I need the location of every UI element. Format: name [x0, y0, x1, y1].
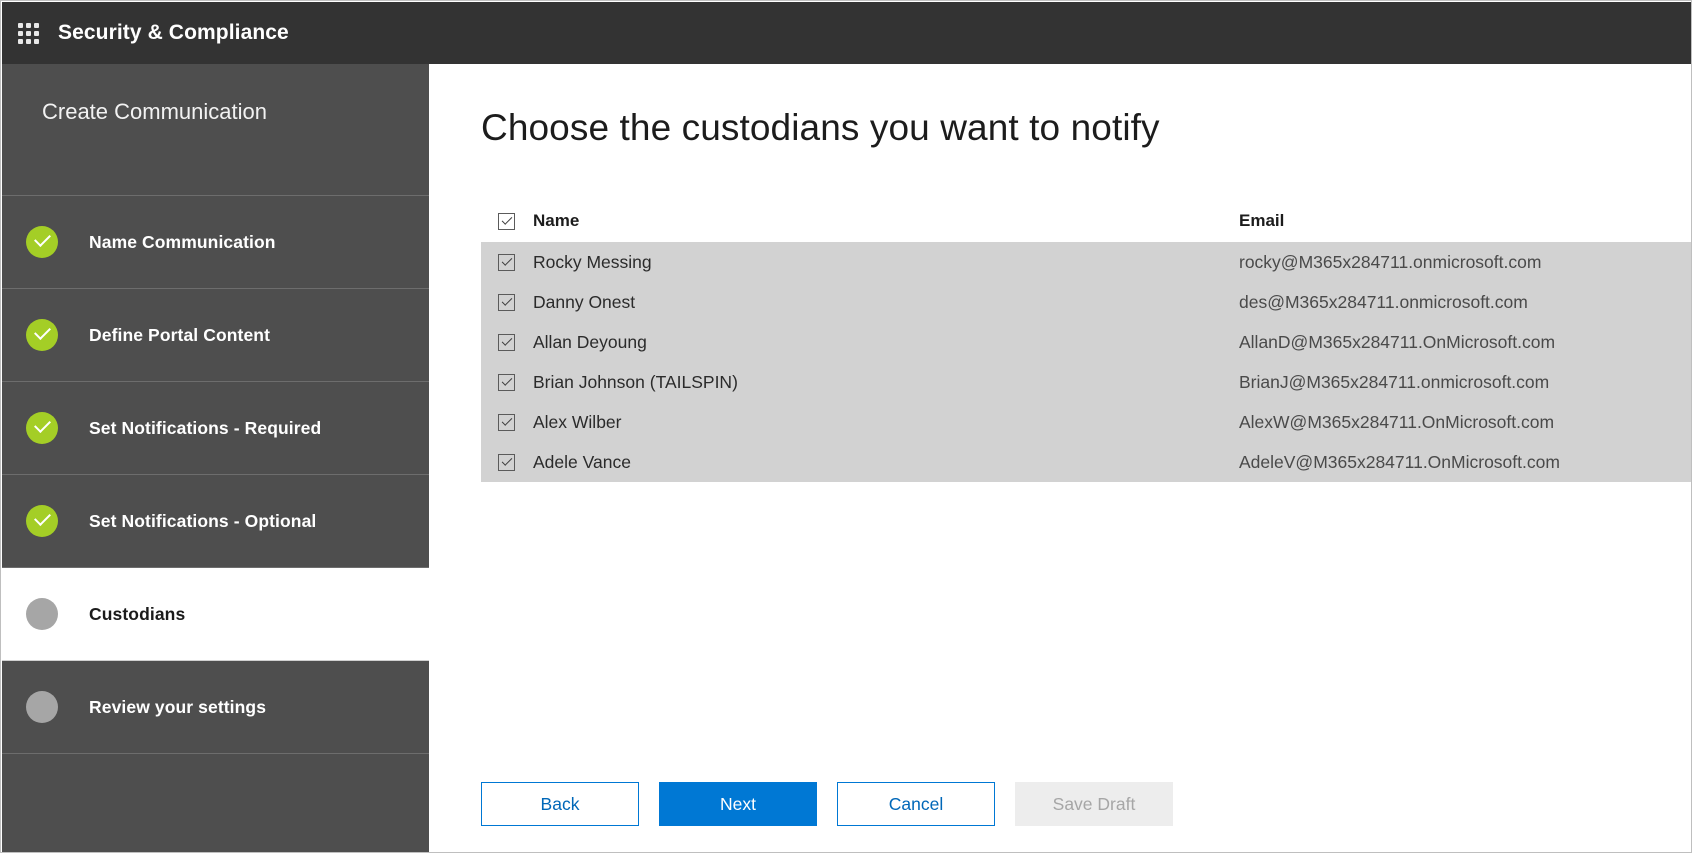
- sidebar-step-label: Review your settings: [89, 697, 266, 718]
- table-row[interactable]: Allan Deyoung AllanD@M365x284711.OnMicro…: [481, 322, 1692, 362]
- next-button[interactable]: Next: [659, 782, 817, 826]
- cell-email: AdeleV@M365x284711.OnMicrosoft.com: [1239, 452, 1692, 473]
- cancel-button[interactable]: Cancel: [837, 782, 995, 826]
- cell-name: Rocky Messing: [525, 252, 1239, 273]
- cell-name: Allan Deyoung: [525, 332, 1239, 353]
- check-circle-icon: [26, 412, 58, 444]
- sidebar-heading: Create Communication: [42, 99, 267, 125]
- checkbox-icon[interactable]: [498, 414, 515, 431]
- column-header-email[interactable]: Email: [1239, 211, 1692, 231]
- row-checkbox-cell[interactable]: [481, 454, 525, 471]
- back-button[interactable]: Back: [481, 782, 639, 826]
- check-circle-icon: [26, 319, 58, 351]
- table-row[interactable]: Danny Onest des@M365x284711.onmicrosoft.…: [481, 282, 1692, 322]
- checkbox-icon[interactable]: [498, 213, 515, 230]
- row-checkbox-cell[interactable]: [481, 254, 525, 271]
- table-row[interactable]: Adele Vance AdeleV@M365x284711.OnMicroso…: [481, 442, 1692, 482]
- suite-title: Security & Compliance: [58, 21, 289, 45]
- checkbox-icon[interactable]: [498, 454, 515, 471]
- circle-icon: [26, 598, 58, 630]
- sidebar-step-set-notifications-required[interactable]: Set Notifications - Required: [2, 382, 429, 475]
- sidebar-step-label: Custodians: [89, 604, 185, 625]
- sidebar-step-name-communication[interactable]: Name Communication: [2, 196, 429, 289]
- sidebar-heading-container: Create Communication: [2, 64, 429, 196]
- row-checkbox-cell[interactable]: [481, 414, 525, 431]
- checkbox-icon[interactable]: [498, 374, 515, 391]
- cell-name: Adele Vance: [525, 452, 1239, 473]
- check-circle-icon: [26, 505, 58, 537]
- cell-name: Danny Onest: [525, 292, 1239, 313]
- cell-email: BrianJ@M365x284711.onmicrosoft.com: [1239, 372, 1692, 393]
- suite-header: Security & Compliance: [2, 2, 1692, 64]
- table-header-row: Name Email: [481, 200, 1692, 242]
- select-all-checkbox-cell[interactable]: [481, 213, 525, 230]
- table-body: Rocky Messing rocky@M365x284711.onmicros…: [481, 242, 1692, 482]
- sidebar-step-define-portal-content[interactable]: Define Portal Content: [2, 289, 429, 382]
- cell-email: AllanD@M365x284711.OnMicrosoft.com: [1239, 332, 1692, 353]
- row-checkbox-cell[interactable]: [481, 374, 525, 391]
- page-title: Choose the custodians you want to notify: [481, 107, 1160, 149]
- sidebar-step-label: Set Notifications - Required: [89, 418, 321, 439]
- custodians-table: Name Email Rocky Messing rocky@M365x2847…: [481, 200, 1692, 482]
- table-row[interactable]: Alex Wilber AlexW@M365x284711.OnMicrosof…: [481, 402, 1692, 442]
- app-window: Security & Compliance Create Communicati…: [0, 0, 1692, 853]
- sidebar-step-label: Define Portal Content: [89, 325, 270, 346]
- sidebar-step-label: Name Communication: [89, 232, 276, 253]
- save-draft-button: Save Draft: [1015, 782, 1173, 826]
- sidebar-step-custodians[interactable]: Custodians: [2, 568, 429, 661]
- cell-email: rocky@M365x284711.onmicrosoft.com: [1239, 252, 1692, 273]
- cell-name: Brian Johnson (TAILSPIN): [525, 372, 1239, 393]
- sidebar-step-label: Set Notifications - Optional: [89, 511, 316, 532]
- checkbox-icon[interactable]: [498, 334, 515, 351]
- cell-email: AlexW@M365x284711.OnMicrosoft.com: [1239, 412, 1692, 433]
- column-header-name[interactable]: Name: [525, 211, 1239, 231]
- row-checkbox-cell[interactable]: [481, 294, 525, 311]
- waffle-grid-icon[interactable]: [16, 21, 40, 45]
- cell-email: des@M365x284711.onmicrosoft.com: [1239, 292, 1692, 313]
- sidebar-step-review-your-settings[interactable]: Review your settings: [2, 661, 429, 754]
- table-row[interactable]: Brian Johnson (TAILSPIN) BrianJ@M365x284…: [481, 362, 1692, 402]
- row-checkbox-cell[interactable]: [481, 334, 525, 351]
- cell-name: Alex Wilber: [525, 412, 1239, 433]
- circle-icon: [26, 691, 58, 723]
- wizard-sidebar: Create Communication Name Communication …: [2, 64, 429, 853]
- checkbox-icon[interactable]: [498, 294, 515, 311]
- table-row[interactable]: Rocky Messing rocky@M365x284711.onmicros…: [481, 242, 1692, 282]
- wizard-button-bar: Back Next Cancel Save Draft: [481, 782, 1173, 826]
- checkbox-icon[interactable]: [498, 254, 515, 271]
- main-content: Choose the custodians you want to notify…: [429, 64, 1690, 851]
- sidebar-step-set-notifications-optional[interactable]: Set Notifications - Optional: [2, 475, 429, 568]
- check-circle-icon: [26, 226, 58, 258]
